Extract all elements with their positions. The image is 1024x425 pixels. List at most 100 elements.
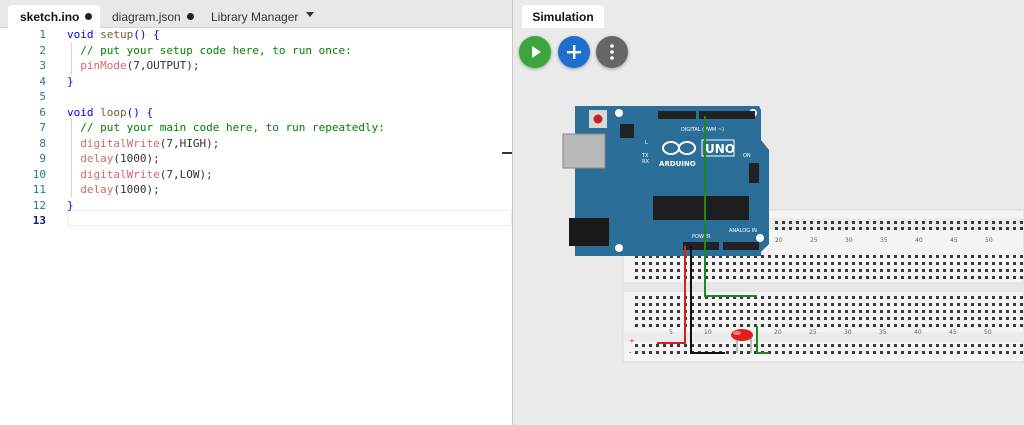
breadboard-hole[interactable]: [698, 296, 701, 299]
breadboard-hole[interactable]: [824, 310, 827, 313]
breadboard-hole[interactable]: [915, 262, 918, 265]
breadboard-hole[interactable]: [908, 269, 911, 272]
breadboard-hole[interactable]: [859, 227, 862, 230]
breadboard-hole[interactable]: [964, 276, 967, 279]
breadboard-hole[interactable]: [838, 262, 841, 265]
breadboard-hole[interactable]: [740, 324, 743, 327]
breadboard-hole[interactable]: [824, 351, 827, 354]
breadboard-hole[interactable]: [1006, 310, 1009, 313]
breadboard-hole[interactable]: [859, 344, 862, 347]
breadboard-hole[interactable]: [999, 317, 1002, 320]
breadboard-hole[interactable]: [929, 276, 932, 279]
breadboard-hole[interactable]: [740, 344, 743, 347]
breadboard-hole[interactable]: [887, 269, 890, 272]
breadboard-hole[interactable]: [817, 317, 820, 320]
breadboard-hole[interactable]: [964, 262, 967, 265]
breadboard-hole[interactable]: [985, 296, 988, 299]
breadboard-hole[interactable]: [929, 344, 932, 347]
breadboard-hole[interactable]: [670, 344, 673, 347]
breadboard-hole[interactable]: [810, 221, 813, 224]
breadboard-hole[interactable]: [831, 324, 834, 327]
breadboard-hole[interactable]: [1013, 221, 1016, 224]
breadboard-hole[interactable]: [901, 303, 904, 306]
breadboard-hole[interactable]: [649, 276, 652, 279]
breadboard-hole[interactable]: [978, 351, 981, 354]
breadboard-hole[interactable]: [992, 227, 995, 230]
breadboard-hole[interactable]: [873, 227, 876, 230]
breadboard-hole[interactable]: [964, 324, 967, 327]
breadboard-hole[interactable]: [838, 227, 841, 230]
breadboard-hole[interactable]: [824, 344, 827, 347]
breadboard-hole[interactable]: [782, 296, 785, 299]
breadboard-hole[interactable]: [922, 276, 925, 279]
breadboard-hole[interactable]: [670, 296, 673, 299]
breadboard-hole[interactable]: [964, 296, 967, 299]
breadboard-hole[interactable]: [887, 255, 890, 258]
breadboard-hole[interactable]: [733, 269, 736, 272]
breadboard-hole[interactable]: [677, 324, 680, 327]
breadboard-hole[interactable]: [999, 227, 1002, 230]
breadboard-hole[interactable]: [950, 310, 953, 313]
breadboard-hole[interactable]: [635, 276, 638, 279]
breadboard-hole[interactable]: [971, 317, 974, 320]
breadboard-hole[interactable]: [894, 227, 897, 230]
breadboard-hole[interactable]: [929, 351, 932, 354]
breadboard-hole[interactable]: [803, 255, 806, 258]
breadboard-hole[interactable]: [957, 269, 960, 272]
breadboard-hole[interactable]: [782, 262, 785, 265]
breadboard-hole[interactable]: [831, 296, 834, 299]
breadboard-hole[interactable]: [1013, 269, 1016, 272]
breadboard-hole[interactable]: [656, 296, 659, 299]
tab-sketch-ino[interactable]: sketch.ino: [8, 5, 100, 28]
breadboard-hole[interactable]: [789, 317, 792, 320]
breadboard-hole[interactable]: [782, 269, 785, 272]
breadboard-hole[interactable]: [964, 344, 967, 347]
breadboard-hole[interactable]: [1006, 296, 1009, 299]
breadboard-hole[interactable]: [754, 303, 757, 306]
breadboard-hole[interactable]: [733, 344, 736, 347]
breadboard-hole[interactable]: [803, 317, 806, 320]
breadboard-hole[interactable]: [992, 324, 995, 327]
breadboard-hole[interactable]: [908, 310, 911, 313]
breadboard-hole[interactable]: [887, 227, 890, 230]
breadboard-hole[interactable]: [999, 269, 1002, 272]
breadboard-hole[interactable]: [915, 296, 918, 299]
breadboard-hole[interactable]: [649, 324, 652, 327]
breadboard-hole[interactable]: [901, 317, 904, 320]
breadboard-hole[interactable]: [936, 303, 939, 306]
breadboard-hole[interactable]: [999, 221, 1002, 224]
breadboard-hole[interactable]: [845, 276, 848, 279]
breadboard-hole[interactable]: [803, 303, 806, 306]
breadboard-hole[interactable]: [1006, 317, 1009, 320]
breadboard-hole[interactable]: [971, 227, 974, 230]
breadboard-hole[interactable]: [670, 324, 673, 327]
breadboard-hole[interactable]: [789, 255, 792, 258]
breadboard-hole[interactable]: [803, 324, 806, 327]
breadboard-hole[interactable]: [719, 324, 722, 327]
breadboard-hole[interactable]: [880, 276, 883, 279]
breadboard-hole[interactable]: [670, 269, 673, 272]
breadboard-hole[interactable]: [789, 344, 792, 347]
breadboard-hole[interactable]: [845, 310, 848, 313]
breadboard-hole[interactable]: [768, 269, 771, 272]
breadboard-hole[interactable]: [824, 227, 827, 230]
breadboard-hole[interactable]: [894, 255, 897, 258]
breadboard-hole[interactable]: [936, 310, 939, 313]
breadboard-hole[interactable]: [887, 262, 890, 265]
breadboard-hole[interactable]: [1006, 324, 1009, 327]
breadboard-hole[interactable]: [922, 262, 925, 265]
breadboard-hole[interactable]: [985, 227, 988, 230]
breadboard-hole[interactable]: [726, 303, 729, 306]
breadboard-hole[interactable]: [985, 262, 988, 265]
breadboard-hole[interactable]: [733, 310, 736, 313]
breadboard-hole[interactable]: [894, 310, 897, 313]
breadboard-hole[interactable]: [887, 324, 890, 327]
breadboard-hole[interactable]: [908, 221, 911, 224]
breadboard-hole[interactable]: [663, 303, 666, 306]
breadboard-hole[interactable]: [950, 317, 953, 320]
breadboard-hole[interactable]: [992, 296, 995, 299]
breadboard-hole[interactable]: [950, 351, 953, 354]
breadboard-hole[interactable]: [684, 344, 687, 347]
resize-handle[interactable]: [502, 152, 512, 154]
breadboard-hole[interactable]: [642, 276, 645, 279]
